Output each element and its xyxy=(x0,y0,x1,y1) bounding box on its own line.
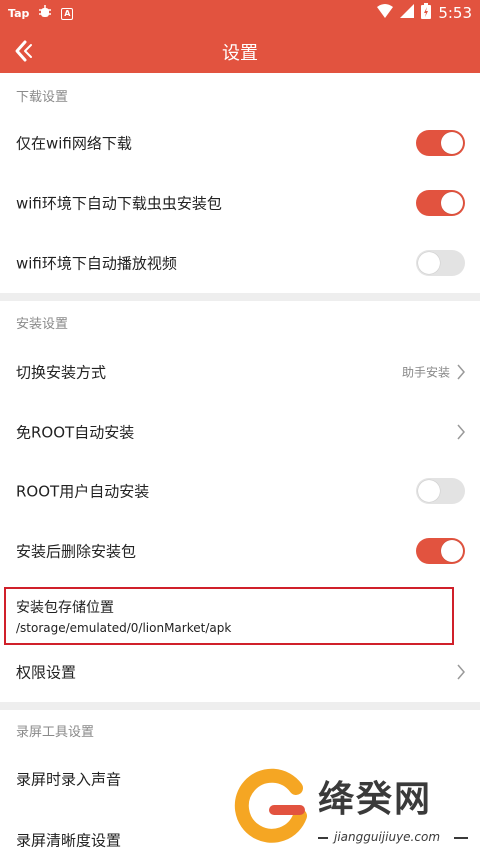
toggle-knob xyxy=(418,251,440,274)
bug-icon xyxy=(37,4,53,23)
wifi-only-download-row: 仅在wifi网络下载 xyxy=(0,113,480,172)
chevron-right-icon xyxy=(457,664,465,679)
permissions-row[interactable]: 权限设置 xyxy=(0,642,480,701)
watermark: 绛癸网 jiangguijiuye.com xyxy=(232,764,480,855)
wifi-only-download-label: 仅在wifi网络下载 xyxy=(16,134,132,152)
signal-icon xyxy=(400,4,415,22)
page-title: 设置 xyxy=(222,43,258,64)
watermark-domain: jiangguijiuye.com xyxy=(334,830,441,844)
root-user-install-toggle[interactable] xyxy=(416,477,465,504)
switch-install-method-row[interactable]: 切换安装方式 助手安装 xyxy=(0,342,480,401)
install-section-title: 安装设置 xyxy=(16,317,69,332)
auto-download-package-label: wifi环境下自动下载虫虫安装包 xyxy=(16,194,222,212)
install-method-value: 助手安装 xyxy=(401,365,450,379)
toggle-knob xyxy=(441,131,463,154)
storage-location-row[interactable]: 安装包存储位置 /storage/emulated/0/lionMarket/a… xyxy=(4,587,454,645)
delete-after-install-row: 安装后删除安装包 xyxy=(0,521,480,580)
chevron-right-icon xyxy=(457,364,465,379)
auto-download-package-toggle[interactable] xyxy=(416,189,465,216)
watermark-brand: 绛癸网 xyxy=(318,778,433,820)
auto-download-package-row: wifi环境下自动下载虫虫安装包 xyxy=(0,173,480,232)
status-right: 5:53 xyxy=(377,3,472,23)
watermark-line-right xyxy=(454,837,468,839)
wifi-icon xyxy=(377,4,394,22)
delete-after-install-toggle[interactable] xyxy=(416,537,465,564)
record-section-title: 录屏工具设置 xyxy=(16,725,95,740)
root-free-install-row[interactable]: 免ROOT自动安装 xyxy=(0,402,480,461)
watermark-logo xyxy=(234,768,307,843)
app-bar: 设置 xyxy=(0,27,480,73)
permissions-label: 权限设置 xyxy=(16,663,77,681)
storage-location-path: /storage/emulated/0/lionMarket/apk xyxy=(16,621,232,635)
auto-play-video-label: wifi环境下自动播放视频 xyxy=(16,254,177,272)
section-divider xyxy=(0,293,480,301)
toggle-knob xyxy=(441,539,463,562)
root-user-install-label: ROOT用户自动安装 xyxy=(16,482,150,500)
auto-play-video-row: wifi环境下自动播放视频 xyxy=(0,233,480,292)
status-time: 5:53 xyxy=(438,4,472,22)
switch-install-method-label: 切换安装方式 xyxy=(16,363,107,381)
storage-location-label: 安装包存储位置 xyxy=(16,600,114,616)
battery-icon xyxy=(421,3,432,23)
download-section-title: 下载设置 xyxy=(16,90,69,105)
toggle-knob xyxy=(418,479,440,502)
watermark-line-left xyxy=(318,837,328,839)
wifi-only-download-toggle[interactable] xyxy=(416,129,465,156)
tap-label: Tap xyxy=(8,7,30,20)
root-user-install-row: ROOT用户自动安装 xyxy=(0,461,480,520)
auto-play-video-toggle[interactable] xyxy=(416,249,465,276)
status-left: Tap A xyxy=(8,4,74,23)
notification-icon: A xyxy=(61,7,74,20)
record-clarity-label: 录屏清晰度设置 xyxy=(16,831,122,849)
toggle-knob xyxy=(441,191,463,214)
section-divider xyxy=(0,702,480,710)
chevron-right-icon xyxy=(457,424,465,439)
delete-after-install-label: 安装后删除安装包 xyxy=(16,542,137,560)
status-bar: Tap A 5:53 xyxy=(0,0,480,27)
root-free-install-label: 免ROOT自动安装 xyxy=(16,423,135,441)
record-sound-label: 录屏时录入声音 xyxy=(16,770,122,788)
